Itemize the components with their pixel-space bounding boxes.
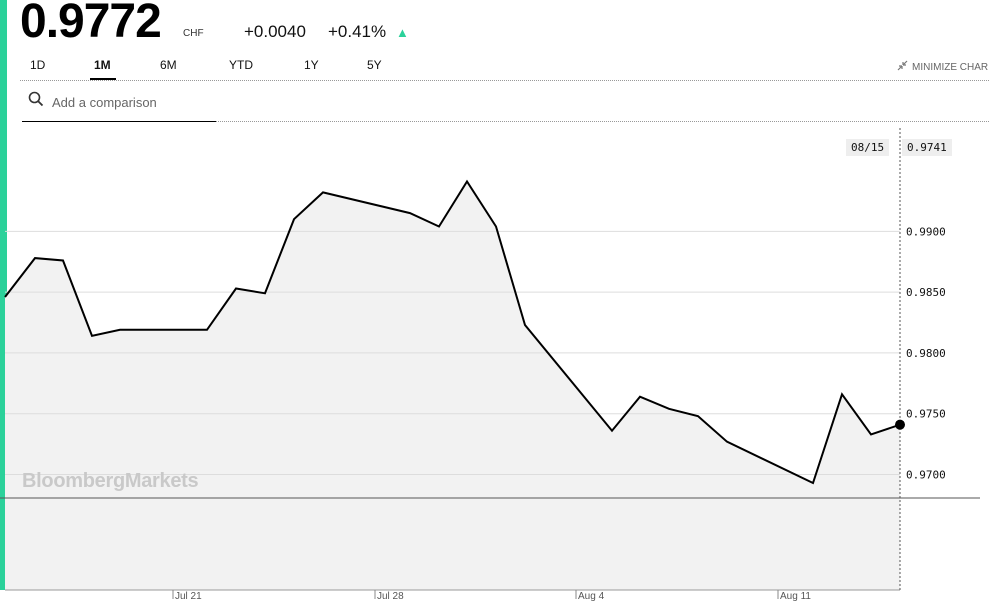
crosshair-date-label: 08/15	[846, 139, 890, 156]
crosshair-value-label: 0.9741	[902, 139, 952, 156]
y-tick-label: 0.9850	[906, 286, 946, 299]
x-tick-label: Jul 28	[377, 591, 404, 602]
bloomberg-watermark: BloombergMarkets	[22, 470, 199, 492]
x-tick-label: Aug 4	[578, 591, 605, 602]
last-point-marker	[895, 419, 905, 430]
x-tick-label: Jul 21	[175, 591, 202, 602]
y-tick-label: 0.9700	[906, 469, 946, 482]
price-chart: 0.9900 0.9850 0.9800 0.9750 0.9700 Jul 21 Jul …	[0, 128, 980, 602]
y-tick-label: 0.9800	[906, 347, 946, 360]
y-tick-label: 0.9750	[906, 408, 946, 421]
y-tick-label: 0.9900	[906, 225, 946, 238]
x-tick-label: Aug 11	[780, 591, 811, 602]
area-fill	[5, 181, 900, 590]
